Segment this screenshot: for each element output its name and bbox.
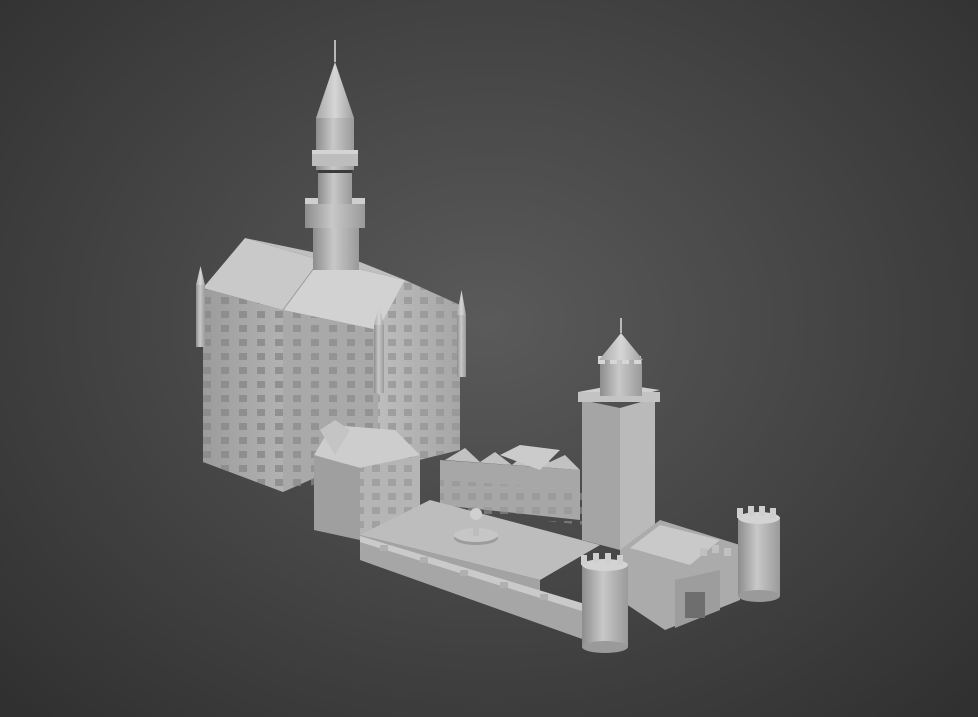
spire-tower [305,40,365,270]
3d-viewport [0,0,978,717]
square-tower [578,318,660,550]
gatehouse [620,520,740,630]
round-tower-right [737,506,780,602]
round-tower-left [581,553,628,653]
castle-model-render [196,40,780,653]
